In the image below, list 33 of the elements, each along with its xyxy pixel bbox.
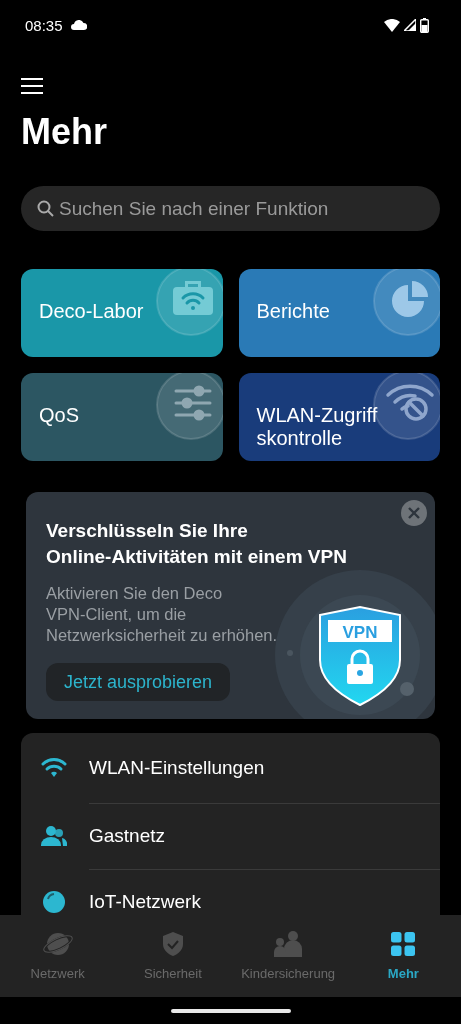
sliders-icon [154,373,223,441]
shield-label: VPN [342,623,378,642]
settings-item[interactable]: WLAN-Einstellungen [89,757,265,779]
settings-item[interactable]: Gastnetz [89,825,166,847]
cell-signal-icon [404,19,416,31]
feature-tile[interactable]: QoS [21,373,223,461]
close-icon[interactable] [401,500,427,526]
promo-title: Verschlüsseln Sie Ihre Online-Aktivitäten mit einem VPN [46,519,347,569]
briefcase-wifi-icon [154,269,223,337]
wifi-icon [41,758,67,778]
menu-icon[interactable] [21,77,43,95]
promo-text: Aktivieren Sie den Deco VPN-Client, um die Netzwerksicherheit zu erhöhen. [46,583,278,646]
pie-chart-icon [372,269,440,337]
shield-check-icon [161,931,184,957]
try-now-button[interactable]: Jetzt ausprobieren [46,663,231,701]
search-icon [37,200,54,217]
battery-icon [420,17,429,33]
feature-tile[interactable]: Berichte [238,269,440,357]
feature-tile[interactable]: Deco-Labor [21,269,223,357]
globe-icon [42,890,66,914]
settings-item[interactable]: IoT-Netzwerk [89,891,201,913]
home-indicator[interactable] [170,1009,291,1013]
wifi-signal-icon [384,18,400,32]
feature-tile[interactable]: WLAN-Zugriffskontrolle [238,373,440,461]
family-icon [274,931,303,957]
clock-time: 08:35 [25,16,63,34]
planet-icon [41,931,74,957]
people-icon [41,825,67,847]
cloud-icon [70,20,87,30]
search-field[interactable]: Suchen Sie nach einer Funktion [21,186,440,231]
page-title: Mehr [21,112,108,152]
nav-tab[interactable]: Mehr [387,966,419,981]
grid-icon [391,932,416,956]
